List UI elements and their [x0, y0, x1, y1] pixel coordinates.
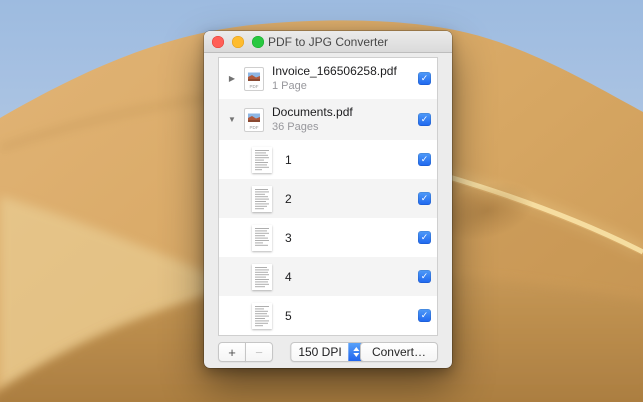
file-info: Invoice_166506258.pdf 1 Page — [272, 64, 397, 93]
page-row-4[interactable]: 4 ✓ — [219, 257, 437, 296]
add-file-button[interactable]: + — [218, 342, 246, 362]
file-page-count: 36 Pages — [272, 120, 319, 133]
dpi-value: 150 DPI — [298, 345, 342, 359]
page-thumbnail — [252, 146, 272, 173]
page-checkbox[interactable]: ✓ — [418, 270, 431, 283]
window-title: PDF to JPG Converter — [267, 34, 389, 49]
disclosure-expanded-icon[interactable]: ▼ — [226, 115, 238, 124]
file-name: Invoice_166506258.pdf — [272, 64, 397, 79]
svg-text:PDF: PDF — [250, 84, 259, 89]
page-checkbox[interactable]: ✓ — [418, 309, 431, 322]
bottom-toolbar: + − 150 DPI Convert… — [218, 342, 438, 362]
file-info: Documents.pdf 36 Pages — [272, 105, 353, 134]
file-name: Documents.pdf — [272, 105, 353, 120]
page-checkbox[interactable]: ✓ — [418, 153, 431, 166]
file-list: ▶ PDF Invoice_166506258.pdf 1 Page ✓ ▼ P… — [218, 57, 438, 336]
stepper-up-icon — [353, 347, 360, 351]
page-number: 5 — [285, 308, 292, 323]
page-row-1[interactable]: 1 ✓ — [219, 140, 437, 179]
page-thumbnail — [252, 263, 272, 290]
page-thumbnail — [252, 185, 272, 212]
close-button[interactable] — [212, 36, 224, 48]
svg-text:PDF: PDF — [250, 125, 259, 130]
page-row-5[interactable]: 5 ✓ — [219, 296, 437, 335]
page-thumbnail — [252, 224, 272, 251]
page-number: 3 — [285, 230, 292, 245]
file-checkbox[interactable]: ✓ — [418, 72, 431, 85]
add-remove-segment: + − — [218, 342, 273, 362]
page-row-3[interactable]: 3 ✓ — [219, 218, 437, 257]
zoom-button[interactable] — [252, 36, 264, 48]
page-checkbox[interactable]: ✓ — [418, 192, 431, 205]
disclosure-collapsed-icon[interactable]: ▶ — [226, 74, 238, 83]
convert-button[interactable]: Convert… — [359, 342, 438, 362]
pdf-file-icon: PDF — [244, 66, 264, 91]
page-number: 1 — [285, 152, 292, 167]
minimize-button[interactable] — [232, 36, 244, 48]
page-checkbox[interactable]: ✓ — [418, 231, 431, 244]
remove-file-button[interactable]: − — [245, 342, 273, 362]
page-number: 2 — [285, 191, 292, 206]
page-row-2[interactable]: 2 ✓ — [219, 179, 437, 218]
page-number: 4 — [285, 269, 292, 284]
file-row-documents[interactable]: ▼ PDF Documents.pdf 36 Pages ✓ — [219, 99, 437, 140]
app-window: PDF to JPG Converter ▶ PDF Invoice_16650… — [204, 31, 452, 368]
page-thumbnail — [252, 302, 272, 329]
file-row-invoice[interactable]: ▶ PDF Invoice_166506258.pdf 1 Page ✓ — [219, 58, 437, 99]
titlebar[interactable]: PDF to JPG Converter — [204, 31, 452, 53]
pdf-file-icon: PDF — [244, 107, 264, 132]
traffic-lights — [212, 36, 264, 48]
file-checkbox[interactable]: ✓ — [418, 113, 431, 126]
stepper-down-icon — [353, 353, 360, 357]
file-page-count: 1 Page — [272, 79, 307, 92]
dpi-popup[interactable]: 150 DPI — [290, 342, 366, 362]
